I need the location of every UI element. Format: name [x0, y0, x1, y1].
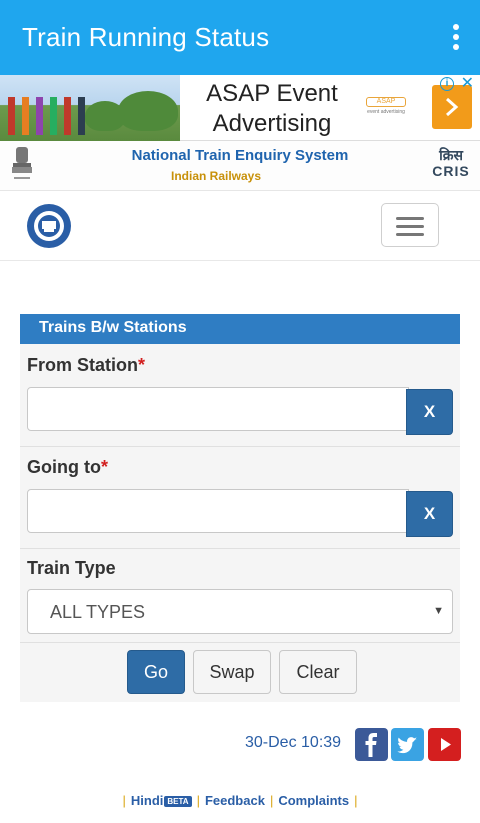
from-station-input[interactable]	[27, 387, 409, 431]
ad-info-icon[interactable]: i	[440, 77, 454, 91]
more-vert-icon[interactable]	[452, 24, 460, 50]
divider	[20, 446, 460, 447]
ad-brand-logo: ASAP event advertising	[366, 97, 406, 115]
go-button[interactable]: Go	[127, 650, 185, 694]
complaints-link[interactable]: Complaints	[278, 793, 349, 808]
going-to-label: Going to*	[27, 457, 108, 477]
chevron-right-icon	[446, 97, 459, 117]
ntes-header: National Train Enquiry System Indian Rai…	[0, 141, 480, 191]
indian-railways-logo-icon[interactable]	[20, 202, 78, 250]
navbar	[0, 191, 480, 261]
from-station-label: From Station*	[27, 355, 146, 375]
current-datetime: 30-Dec 10:39	[245, 734, 342, 751]
youtube-icon[interactable]	[428, 728, 461, 761]
ad-close-icon[interactable]: ✕	[461, 76, 474, 92]
cris-logo: क्रिस CRIS	[432, 147, 470, 179]
divider	[20, 548, 460, 549]
trains-between-stations-panel: Trains B/w Stations From Station* X Goin…	[20, 314, 460, 702]
ad-image	[0, 75, 180, 141]
twitter-icon[interactable]	[391, 728, 424, 761]
clear-to-button[interactable]: X	[406, 491, 453, 537]
train-type-label: Train Type	[27, 558, 116, 578]
facebook-icon[interactable]	[355, 728, 388, 761]
dropdown-caret-icon: ▼	[433, 605, 444, 617]
clear-from-button[interactable]: X	[406, 389, 453, 435]
hindi-link[interactable]: Hindi BETA	[131, 793, 192, 808]
swap-button[interactable]: Swap	[193, 650, 271, 694]
app-title: Train Running Status	[22, 22, 270, 52]
divider	[20, 642, 460, 643]
feedback-link[interactable]: Feedback	[205, 793, 265, 808]
ad-headline: ASAP Event Advertising	[206, 80, 338, 137]
beta-badge: BETA	[164, 796, 192, 808]
ntes-subtitle: Indian Railways	[170, 169, 262, 183]
ad-banner[interactable]: ASAP Event Advertising ASAP event advert…	[0, 75, 480, 141]
panel-heading: Trains B/w Stations	[20, 314, 460, 344]
ntes-title: National Train Enquiry System	[131, 147, 349, 164]
going-to-input[interactable]	[27, 489, 409, 533]
app-bar: Train Running Status	[0, 0, 480, 75]
footer-links: | Hindi BETA | Feedback | Complaints |	[122, 793, 358, 808]
train-type-select[interactable]: ALL TYPES ▼	[27, 589, 453, 634]
hamburger-icon	[396, 217, 424, 236]
clear-button[interactable]: Clear	[279, 650, 357, 694]
nav-toggle-button[interactable]	[381, 203, 439, 247]
